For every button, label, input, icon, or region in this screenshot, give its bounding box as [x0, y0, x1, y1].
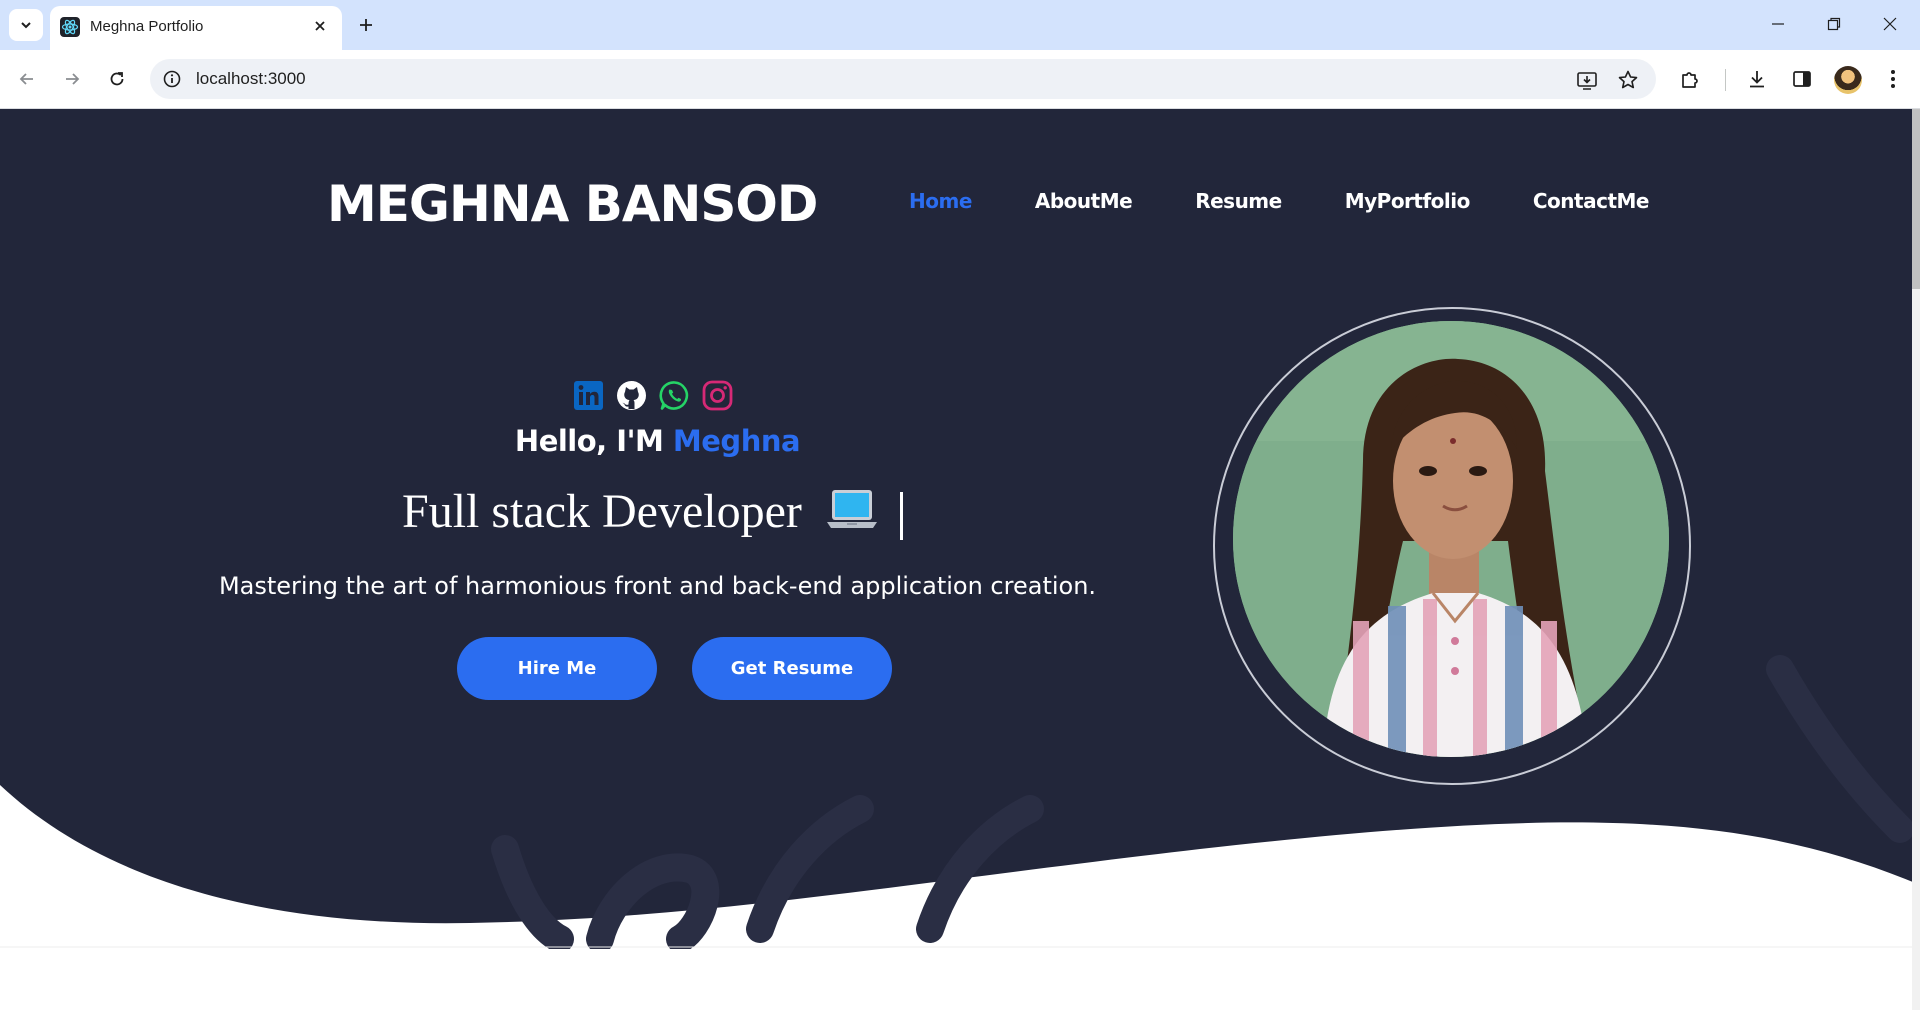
nav-item-contactme[interactable]: ContactMe — [1533, 189, 1650, 213]
hero-tagline: Mastering the art of harmonious front an… — [218, 572, 1097, 600]
site-brand[interactable]: MEGHNA BANSOD — [327, 175, 818, 233]
social-links — [572, 379, 734, 412]
install-app-button[interactable] — [1574, 67, 1600, 93]
close-icon — [315, 21, 325, 31]
back-button[interactable] — [10, 62, 44, 96]
instagram-icon[interactable] — [701, 379, 734, 412]
linkedin-icon[interactable] — [572, 379, 605, 412]
headline-text: Full stack Developer — [402, 485, 802, 538]
nav-item-home[interactable]: Home — [909, 189, 972, 213]
scrollbar-thumb[interactable] — [1912, 109, 1920, 289]
chevron-down-icon — [21, 22, 31, 29]
hero-greeting: Hello, I'M Meghna — [0, 424, 1315, 458]
url-text: localhost:3000 — [196, 69, 306, 88]
nav-item-aboutme[interactable]: AboutMe — [1035, 189, 1133, 213]
greeting-text: Hello, I'M — [514, 424, 673, 458]
plus-icon — [360, 19, 372, 31]
browser-tab-strip: Meghna Portfolio — [0, 0, 1920, 50]
arrow-right-icon — [66, 73, 80, 85]
react-favicon-icon — [60, 17, 80, 37]
bookmark-button[interactable] — [1615, 67, 1641, 93]
browser-menu-button[interactable] — [1876, 62, 1910, 96]
reload-button[interactable] — [100, 62, 134, 96]
address-bar[interactable]: localhost:3000 — [150, 59, 1656, 99]
side-panel-icon — [1793, 71, 1811, 87]
tab-search-button[interactable] — [9, 9, 43, 41]
extensions-button[interactable] — [1673, 62, 1707, 96]
star-icon — [1618, 70, 1638, 89]
hire-me-button[interactable]: Hire Me — [457, 637, 657, 700]
profile-avatar[interactable] — [1834, 66, 1862, 94]
main-nav: Home AboutMe Resume MyPortfolio ContactM… — [909, 189, 1649, 213]
whatsapp-icon[interactable] — [658, 379, 691, 412]
forward-button[interactable] — [55, 62, 89, 96]
minimize-button[interactable] — [1750, 0, 1806, 48]
side-panel-button[interactable] — [1785, 62, 1819, 96]
reload-icon — [110, 72, 124, 86]
install-icon — [1577, 72, 1597, 90]
portfolio-page: MEGHNA BANSOD Home AboutMe Resume MyPort… — [0, 109, 1920, 1010]
download-icon — [1750, 71, 1764, 88]
active-tab[interactable]: Meghna Portfolio — [50, 6, 342, 50]
more-vertical-icon — [1891, 70, 1895, 88]
get-resume-button[interactable]: Get Resume — [692, 637, 892, 700]
restore-button[interactable] — [1806, 0, 1862, 48]
restore-icon — [1827, 17, 1841, 31]
puzzle-icon — [1682, 72, 1698, 88]
browser-toolbar: localhost:3000 — [0, 50, 1920, 109]
toolbar-separator — [1725, 69, 1726, 91]
minimize-icon — [1772, 23, 1784, 25]
typed-headline: Full stack Developer — [402, 484, 903, 545]
profile-photo — [1233, 321, 1669, 757]
nav-item-resume[interactable]: Resume — [1195, 189, 1282, 213]
page-scrollbar[interactable] — [1912, 109, 1920, 1010]
typing-caret — [899, 491, 903, 540]
new-tab-button[interactable] — [352, 11, 380, 39]
hero-name: Meghna — [672, 424, 801, 458]
downloads-button[interactable] — [1740, 62, 1774, 96]
laptop-icon — [826, 487, 878, 545]
nav-item-myportfolio[interactable]: MyPortfolio — [1345, 189, 1471, 213]
close-window-button[interactable] — [1862, 0, 1918, 48]
tab-title: Meghna Portfolio — [90, 18, 204, 35]
close-icon — [1883, 17, 1897, 31]
close-tab-button[interactable] — [308, 14, 332, 38]
site-info-icon[interactable] — [160, 67, 184, 91]
arrow-left-icon — [19, 73, 33, 85]
github-icon[interactable] — [615, 379, 648, 412]
